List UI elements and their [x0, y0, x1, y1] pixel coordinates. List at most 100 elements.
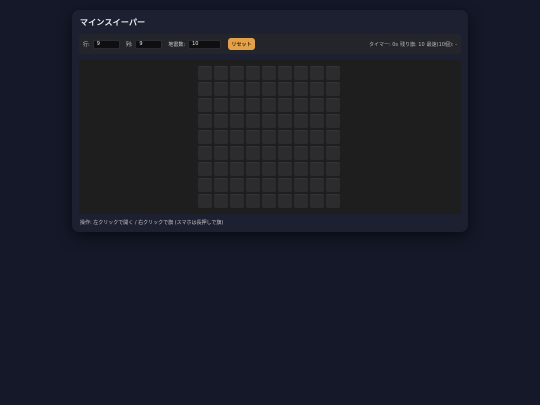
mine-cell[interactable]: [214, 114, 228, 128]
reset-button[interactable]: リセット: [228, 38, 256, 50]
mine-cell[interactable]: [198, 162, 212, 176]
mine-cell[interactable]: [294, 162, 308, 176]
game-panel: マインスイーパー 行: 列: 地雷数: リセット タイマー: 0s 残り旗: 1…: [72, 10, 468, 232]
mine-cell[interactable]: [230, 98, 244, 112]
mine-cell[interactable]: [326, 66, 340, 80]
mine-cell[interactable]: [310, 146, 324, 160]
mine-cell[interactable]: [214, 146, 228, 160]
mine-cell[interactable]: [262, 146, 276, 160]
minefield-grid: [198, 66, 340, 208]
mine-cell[interactable]: [246, 146, 260, 160]
settings-toolbar: 行: 列: 地雷数: リセット タイマー: 0s 残り旗: 10 最速(10個)…: [79, 34, 461, 54]
mines-input[interactable]: [188, 39, 222, 49]
rows-label: 行:: [83, 41, 90, 48]
help-text: 操作: 左クリックで開く / 右クリックで旗 (スマホは長押しで旗): [80, 220, 224, 226]
mine-cell[interactable]: [214, 178, 228, 192]
mine-cell[interactable]: [278, 178, 292, 192]
mine-cell[interactable]: [278, 162, 292, 176]
rows-input[interactable]: [92, 39, 120, 49]
mine-cell[interactable]: [262, 66, 276, 80]
mine-cell[interactable]: [246, 194, 260, 208]
mine-cell[interactable]: [198, 82, 212, 96]
mine-cell[interactable]: [198, 114, 212, 128]
mine-cell[interactable]: [230, 66, 244, 80]
mine-cell[interactable]: [198, 146, 212, 160]
mine-cell[interactable]: [326, 130, 340, 144]
mine-cell[interactable]: [326, 82, 340, 96]
mine-cell[interactable]: [262, 194, 276, 208]
mine-cell[interactable]: [294, 130, 308, 144]
mine-cell[interactable]: [326, 194, 340, 208]
cols-field: 列:: [125, 39, 163, 49]
mine-cell[interactable]: [294, 82, 308, 96]
mine-cell[interactable]: [278, 82, 292, 96]
mine-cell[interactable]: [294, 98, 308, 112]
mine-cell[interactable]: [278, 146, 292, 160]
mine-cell[interactable]: [246, 130, 260, 144]
mine-cell[interactable]: [294, 114, 308, 128]
mine-cell[interactable]: [262, 178, 276, 192]
mine-cell[interactable]: [230, 162, 244, 176]
mine-cell[interactable]: [214, 98, 228, 112]
rows-field: 行:: [83, 39, 120, 49]
timer-readout: タイマー: 0s: [368, 41, 399, 48]
app-title: マインスイーパー: [80, 18, 146, 27]
mine-cell[interactable]: [294, 66, 308, 80]
mine-cell[interactable]: [246, 114, 260, 128]
mines-field: 地雷数:: [168, 39, 222, 49]
mine-cell[interactable]: [230, 82, 244, 96]
mine-cell[interactable]: [230, 194, 244, 208]
mine-cell[interactable]: [214, 130, 228, 144]
mine-cell[interactable]: [262, 162, 276, 176]
mine-cell[interactable]: [310, 82, 324, 96]
mine-cell[interactable]: [246, 98, 260, 112]
mine-cell[interactable]: [326, 98, 340, 112]
mine-cell[interactable]: [214, 66, 228, 80]
mine-cell[interactable]: [294, 178, 308, 192]
mine-cell[interactable]: [278, 66, 292, 80]
remaining-flags-readout: 残り旗: 10: [400, 41, 425, 48]
mine-cell[interactable]: [230, 178, 244, 192]
mine-cell[interactable]: [310, 66, 324, 80]
mine-cell[interactable]: [230, 114, 244, 128]
mine-cell[interactable]: [294, 146, 308, 160]
mine-cell[interactable]: [198, 98, 212, 112]
best-time-readout: 最速(10個): -: [426, 41, 457, 48]
mine-cell[interactable]: [326, 146, 340, 160]
mine-cell[interactable]: [246, 66, 260, 80]
mine-cell[interactable]: [294, 194, 308, 208]
mine-cell[interactable]: [214, 82, 228, 96]
mine-cell[interactable]: [310, 162, 324, 176]
mine-cell[interactable]: [198, 130, 212, 144]
mine-cell[interactable]: [310, 194, 324, 208]
mine-cell[interactable]: [198, 178, 212, 192]
mine-cell[interactable]: [246, 82, 260, 96]
mine-cell[interactable]: [278, 130, 292, 144]
mine-cell[interactable]: [230, 130, 244, 144]
mine-cell[interactable]: [230, 146, 244, 160]
mine-cell[interactable]: [310, 178, 324, 192]
board-area: [79, 60, 461, 214]
mine-cell[interactable]: [246, 162, 260, 176]
mine-cell[interactable]: [262, 114, 276, 128]
mine-cell[interactable]: [246, 178, 260, 192]
mine-cell[interactable]: [262, 130, 276, 144]
mine-cell[interactable]: [310, 114, 324, 128]
mine-cell[interactable]: [310, 98, 324, 112]
mine-cell[interactable]: [214, 162, 228, 176]
mines-label: 地雷数:: [168, 41, 186, 48]
cols-input[interactable]: [135, 39, 163, 49]
cols-label: 列:: [125, 41, 133, 48]
mine-cell[interactable]: [262, 98, 276, 112]
mine-cell[interactable]: [326, 114, 340, 128]
mine-cell[interactable]: [214, 194, 228, 208]
mine-cell[interactable]: [278, 114, 292, 128]
mine-cell[interactable]: [278, 194, 292, 208]
mine-cell[interactable]: [198, 66, 212, 80]
mine-cell[interactable]: [326, 178, 340, 192]
mine-cell[interactable]: [198, 194, 212, 208]
mine-cell[interactable]: [278, 98, 292, 112]
mine-cell[interactable]: [262, 82, 276, 96]
mine-cell[interactable]: [326, 162, 340, 176]
mine-cell[interactable]: [310, 130, 324, 144]
